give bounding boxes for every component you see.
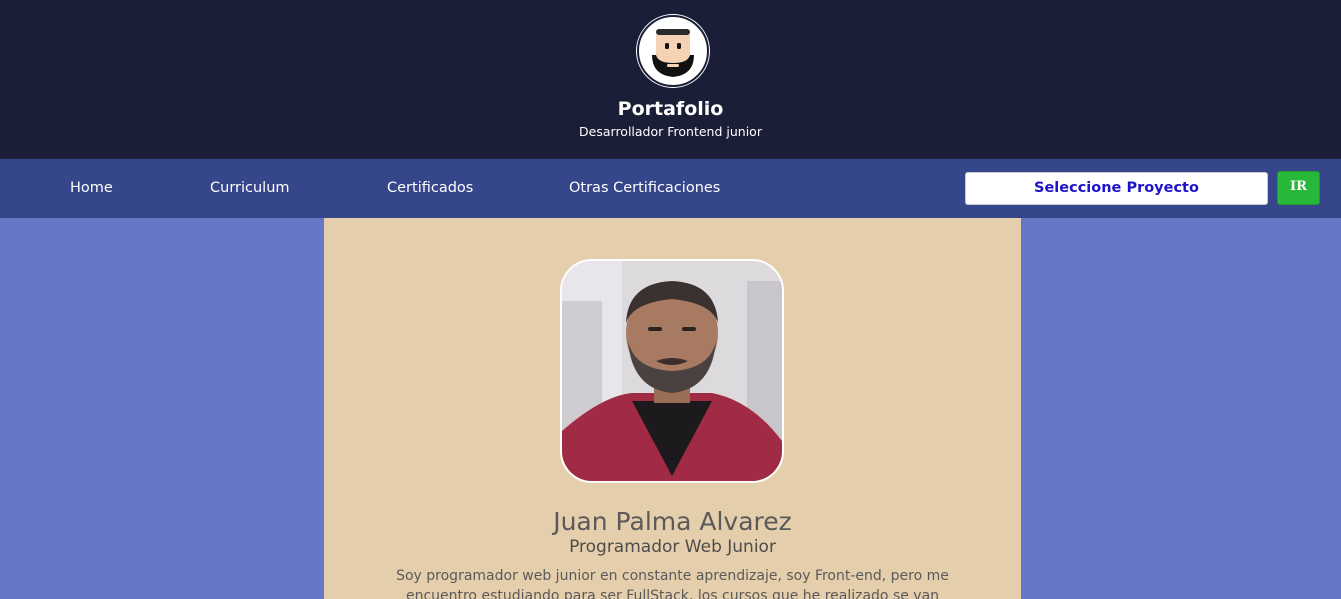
site-header: Portafolio Desarrollador Frontend junior <box>0 0 1341 159</box>
nav-certificados[interactable]: Certificados <box>387 159 473 218</box>
bio-text: Soy programador web junior en constante … <box>396 568 949 599</box>
main-nav: Home Curriculum Certificados Otras Certi… <box>0 159 1341 218</box>
nav-curriculum[interactable]: Curriculum <box>210 159 290 218</box>
project-select[interactable]: Seleccione Proyecto <box>965 172 1268 205</box>
logo[interactable] <box>637 15 709 87</box>
bearded-face-avatar-icon <box>652 29 694 77</box>
nav-home[interactable]: Home <box>70 159 113 218</box>
profile-panel: Juan Palma Alvarez Programador Web Junio… <box>324 218 1021 599</box>
person-role: Programador Web Junior <box>569 537 776 557</box>
go-button[interactable]: IR <box>1277 171 1320 205</box>
person-name: Juan Palma Alvarez <box>553 507 792 536</box>
site-subtitle: Desarrollador Frontend junior <box>579 124 762 139</box>
nav-otras-certificaciones[interactable]: Otras Certificaciones <box>569 159 720 218</box>
profile-photo <box>560 259 784 483</box>
site-title: Portafolio <box>617 98 724 120</box>
